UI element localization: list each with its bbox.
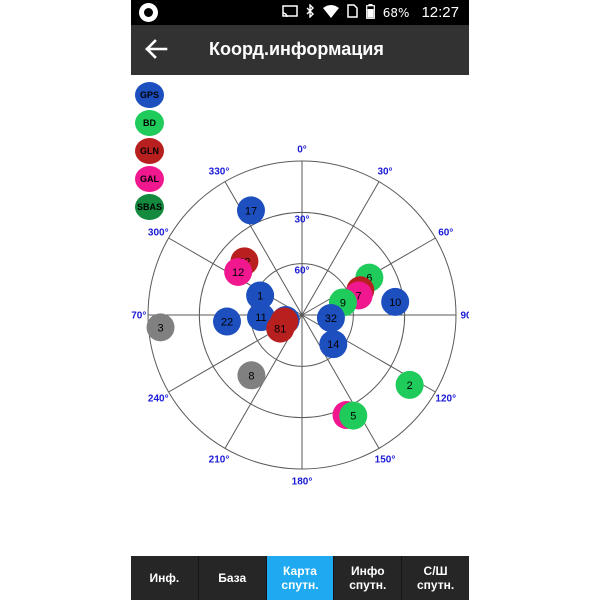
tab-label: База (218, 571, 247, 585)
battery-percent: 68% (382, 5, 410, 20)
tab-4[interactable]: С/Ш спутн. (402, 556, 469, 600)
bluetooth-icon (306, 3, 315, 21)
status-time: 12:27 (421, 4, 459, 21)
legend-item-bd: BD (135, 110, 164, 136)
azimuth-label: 300° (148, 228, 169, 239)
azimuth-label: 210° (209, 454, 230, 465)
phone-screen: 68% 12:27 Коорд.информация GPS BD GLN GAL SB… (131, 0, 469, 600)
legend-item-gal: GAL (135, 166, 164, 192)
satellite-label: 9 (340, 297, 346, 309)
sim-icon (347, 4, 358, 21)
tab-3[interactable]: Инфо спутн. (334, 556, 403, 600)
app-notification-icon (139, 3, 158, 22)
azimuth-label: 0° (297, 145, 307, 156)
elevation-label: 30° (294, 214, 309, 225)
satellite-label: 2 (407, 380, 413, 392)
battery-icon (365, 3, 375, 22)
tab-label: Карта спутн. (281, 564, 319, 592)
page-title: Коорд.информация (209, 39, 384, 59)
satellite-system-legend: GPS BD GLN GAL SBAS (135, 82, 165, 222)
tab-label: С/Ш спутн. (416, 564, 455, 592)
tab-2[interactable]: Карта спутн. (266, 556, 335, 600)
azimuth-label: 90° (460, 311, 469, 322)
satellite-label: 3 (157, 322, 163, 334)
satellite-label: 81 (274, 324, 286, 336)
azimuth-label: 270° (131, 311, 146, 322)
cast-icon (282, 4, 298, 21)
satellite-label: 12 (232, 267, 244, 279)
satellite-skyplot[interactable]: 0° 30° 60° 90° 120° 150° 180° 210° 240° 270° 300° 3… (131, 75, 469, 555)
azimuth-label: 240° (148, 394, 169, 405)
toolbar: Коорд.информация (131, 25, 469, 75)
azimuth-label: 180° (292, 477, 313, 488)
satellite-label: 11 (255, 312, 266, 324)
azimuth-label: 150° (375, 454, 396, 465)
satellite-label: 10 (389, 297, 401, 309)
satellite-label: 8 (248, 370, 254, 382)
satellite-label: 14 (327, 339, 339, 351)
azimuth-label: 30° (377, 167, 392, 178)
tab-label: Инфо спутн. (349, 564, 387, 592)
azimuth-label: 330° (209, 167, 230, 178)
satellite-label: 17 (245, 205, 257, 217)
legend-item-gln: GLN (135, 138, 164, 164)
arrow-left-icon[interactable] (143, 36, 169, 64)
bottom-tab-bar: Инф. База Карта спутн. Инфо спутн. С/Ш спутн… (131, 556, 469, 600)
tab-label: Инф. (149, 571, 180, 585)
legend-item-sbas: SBAS (135, 194, 164, 220)
skyplot-panel: GPSBDGLNGALSBAS 0° 30° 60° 90° 120° 150° 180° 2… (131, 75, 469, 555)
tab-0[interactable]: Инф. (131, 556, 199, 600)
elevation-label: 60° (294, 266, 309, 277)
azimuth-label: 60° (438, 228, 453, 239)
legend-item-gps: GPS (135, 82, 164, 108)
status-bar: 68% 12:27 (131, 0, 469, 25)
wifi-icon (322, 4, 339, 21)
satellite-label: 1 (257, 290, 263, 302)
satellite-label: 5 (350, 411, 356, 423)
azimuth-label: 120° (435, 394, 456, 405)
status-icons: 68% 12:27 (282, 0, 459, 25)
satellite-label: 32 (325, 313, 337, 325)
satellite-label: 22 (221, 317, 233, 329)
tab-1[interactable]: База (199, 556, 267, 600)
